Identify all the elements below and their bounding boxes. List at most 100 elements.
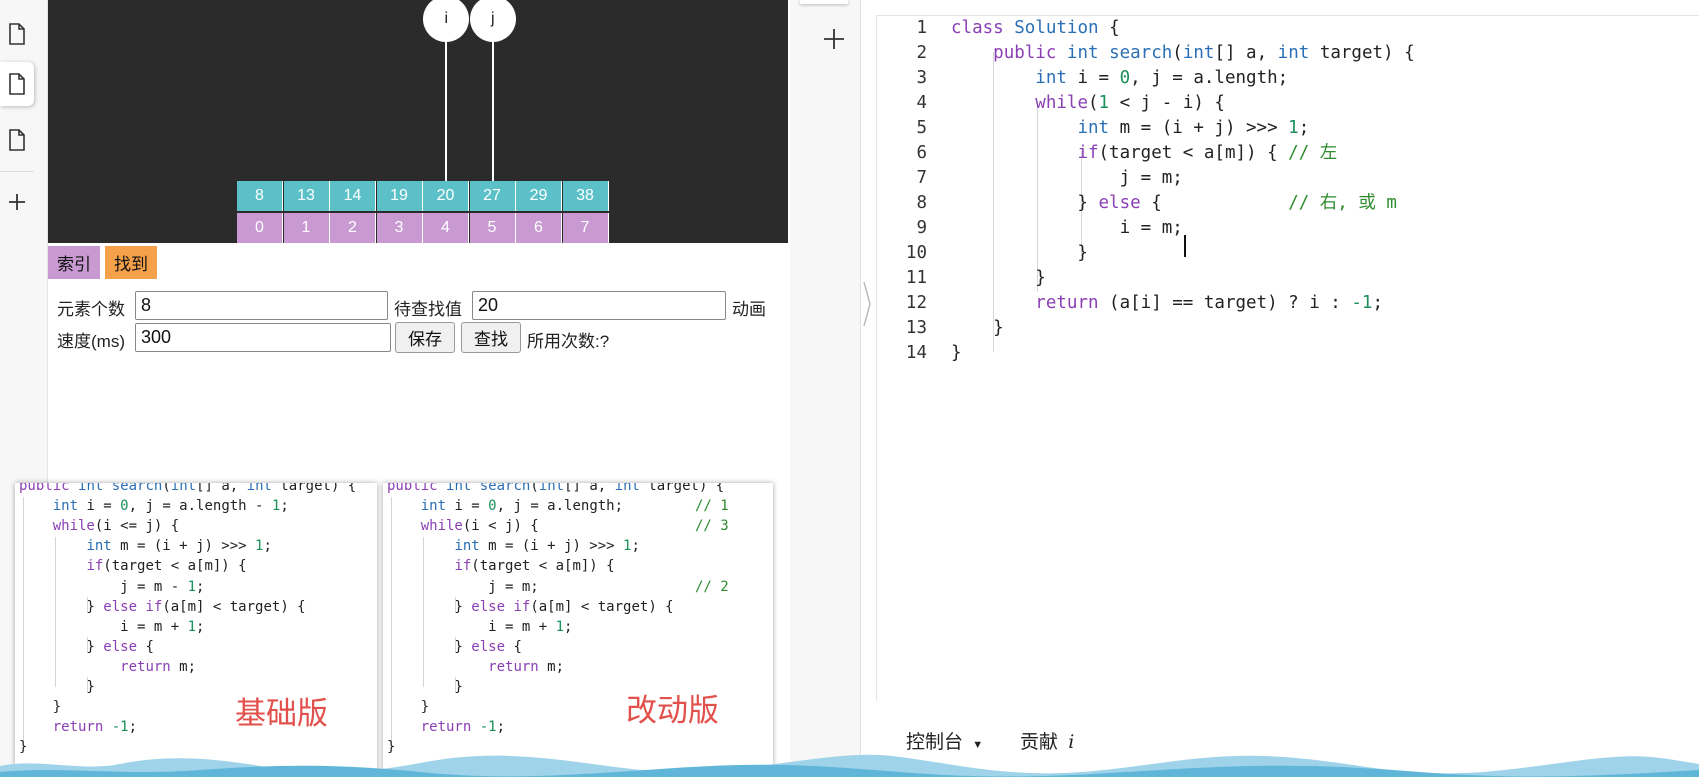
modified-code-panel: public int search(int[] a, int target) {… <box>383 483 773 777</box>
code-line: if(target < a[m]) { <box>454 558 615 575</box>
editor-code: } else { // 右, 或 m <box>951 193 1397 213</box>
file-icon-2[interactable] <box>0 62 34 106</box>
collapse-handle-icon[interactable] <box>863 280 871 328</box>
array-value-cell: 14 <box>330 181 376 211</box>
code-line: return -1; <box>52 719 138 736</box>
rail-divider <box>0 171 34 172</box>
basic-panel-label: 基础版 <box>235 696 328 731</box>
line-number: 13 <box>905 318 927 338</box>
legend-index: 索引 <box>48 246 100 279</box>
array-index-cell: 7 <box>562 213 609 243</box>
editor-code: } <box>951 318 1004 338</box>
code-line: int m = (i + j) >>> 1; <box>454 538 640 555</box>
editor-code: } <box>951 243 1088 263</box>
code-line: while(i < j) { <box>420 518 539 535</box>
code-line: j = m - 1; <box>19 578 205 595</box>
pointer-j: j <box>469 0 516 42</box>
code-line: } <box>387 699 430 716</box>
array-value-cell: 29 <box>516 181 562 211</box>
code-comment: // 2 <box>695 578 729 595</box>
editor-code: i = m; <box>951 218 1183 238</box>
bottom-wave-decoration <box>0 754 1699 777</box>
plus-icon[interactable] <box>0 180 34 224</box>
array-index-cell: 2 <box>330 213 376 243</box>
editor-code: j = m; <box>951 168 1183 188</box>
code-line: return -1; <box>420 719 506 736</box>
target-input[interactable] <box>472 291 726 320</box>
editor-code: return (a[i] == target) ? i : -1; <box>1035 293 1384 313</box>
line-number: 5 <box>916 118 927 138</box>
modified-panel-label: 改动版 <box>626 693 719 728</box>
file-icon-3[interactable] <box>0 118 34 162</box>
code-line: public int search(int[] a, int target) { <box>387 483 725 494</box>
array-index-cell: 4 <box>423 213 469 243</box>
array-index-cell: 1 <box>283 213 330 243</box>
code-line: while(i <= j) { <box>52 518 180 535</box>
editor-code: while(1 < j - i) { <box>1035 93 1225 113</box>
controls-panel: 索引 找到 元素个数 待查找值 动画 速度(ms) 保存 查找 所用次数:? <box>48 243 788 483</box>
line-number: 14 <box>905 343 927 363</box>
text-caret <box>1184 235 1186 257</box>
array-value-cell: 20 <box>423 181 469 211</box>
editor-code: int m = (i + j) >>> 1; <box>1077 118 1310 138</box>
line-number: 2 <box>916 43 927 63</box>
save-button[interactable]: 保存 <box>395 322 455 353</box>
legend-found: 找到 <box>105 246 157 279</box>
line-number: 11 <box>905 268 927 288</box>
search-button[interactable]: 查找 <box>461 322 521 353</box>
editor-sidebar <box>790 0 871 777</box>
code-line: } <box>19 699 62 716</box>
pointer-line <box>445 30 448 181</box>
array-index-cell: 5 <box>469 213 516 243</box>
editor-code: } <box>951 343 962 363</box>
code-line: int m = (i + j) >>> 1; <box>86 538 272 555</box>
pointer-line <box>491 30 494 181</box>
code-line: public int search(int[] a, int target) { <box>19 483 357 494</box>
code-line: } else { <box>387 638 522 655</box>
editor-code: int i = 0, j = a.length; <box>1035 68 1289 88</box>
array-index-cell: 3 <box>376 213 423 243</box>
code-editor[interactable]: 1 class Solution {2 public int search(int… <box>876 15 1699 701</box>
speed-label: 速度(ms) <box>57 332 125 351</box>
code-line: if(target < a[m]) { <box>86 558 247 575</box>
code-line: } <box>19 679 95 695</box>
code-comment: // 3 <box>695 518 729 535</box>
line-number: 6 <box>916 143 927 163</box>
file-icon-1[interactable] <box>0 12 34 56</box>
target-label: 待查找值 <box>394 300 462 319</box>
code-line: i = m + 1; <box>19 618 205 635</box>
speed-input[interactable] <box>135 323 391 352</box>
editor-code: class Solution { <box>951 18 1120 38</box>
editor-code: } <box>951 268 1046 288</box>
editor-plus-icon[interactable] <box>823 28 845 50</box>
line-number: 3 <box>916 68 927 88</box>
basic-code-panel: public int search(int[] a, int target) {… <box>15 483 377 777</box>
code-line: } <box>387 679 463 695</box>
line-number: 12 <box>905 293 927 313</box>
code-line: return m; <box>488 658 565 675</box>
line-number: 4 <box>916 93 927 113</box>
code-line: } else if(a[m] < target) { <box>387 598 674 615</box>
code-line: return m; <box>120 658 197 675</box>
code-comment: // 1 <box>695 498 729 515</box>
count-input[interactable] <box>135 291 388 320</box>
code-line: int i = 0, j = a.length; <box>420 498 624 515</box>
array-index-cell: 6 <box>516 213 562 243</box>
editor-tab[interactable] <box>800 0 848 4</box>
code-line: } else if(a[m] < target) { <box>19 598 306 615</box>
steps-label: 所用次数:? <box>527 332 610 351</box>
code-line: i = m + 1; <box>387 618 573 635</box>
array-index-cell: 0 <box>237 213 283 243</box>
array-value-cell: 13 <box>283 181 330 211</box>
array-value-cell: 27 <box>469 181 516 211</box>
line-number: 8 <box>916 193 927 213</box>
line-number: 9 <box>916 218 927 238</box>
array-value-cell: 19 <box>376 181 423 211</box>
count-label: 元素个数 <box>57 300 125 319</box>
array-value-cell: 38 <box>562 181 609 211</box>
line-number: 10 <box>905 243 927 263</box>
pointer-i: i <box>423 0 470 42</box>
array-value-cell: 8 <box>237 181 283 211</box>
line-number: 7 <box>916 168 927 188</box>
animation-label: 动画 <box>732 300 766 319</box>
